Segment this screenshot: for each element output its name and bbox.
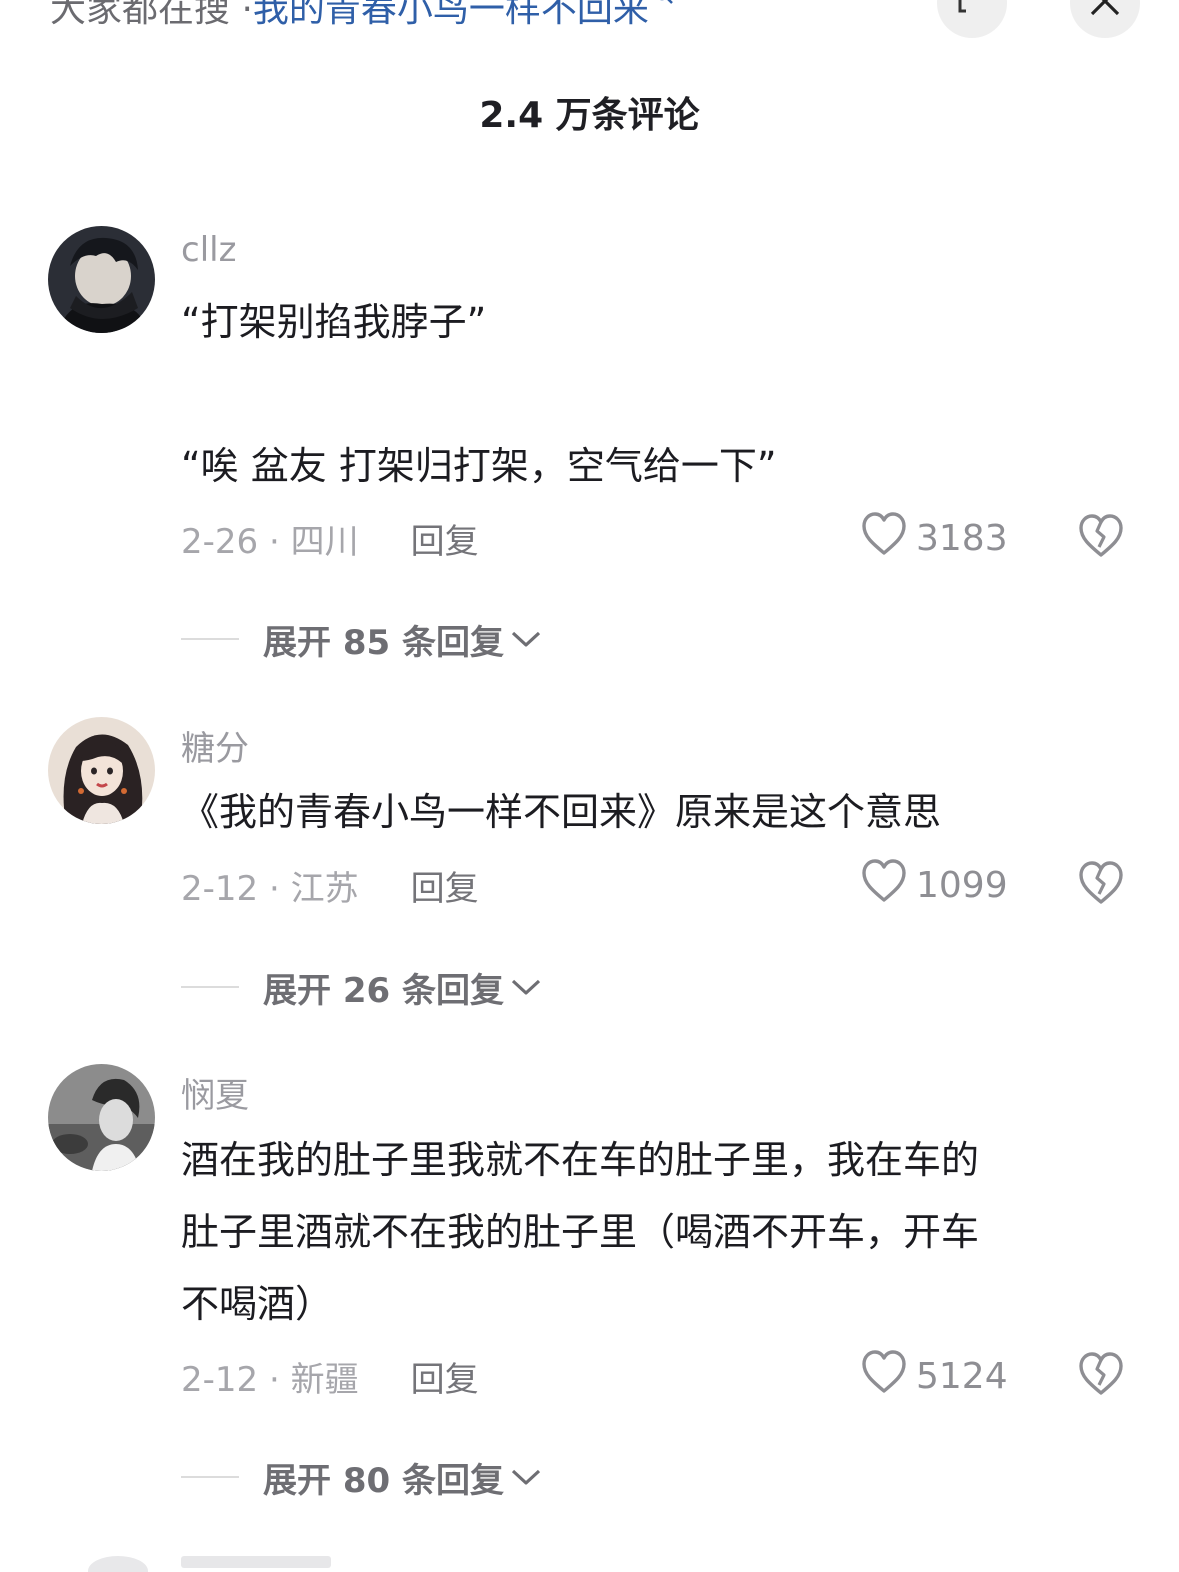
dislike-button[interactable] bbox=[1076, 1352, 1126, 1400]
like-button[interactable]: 3183 bbox=[860, 511, 1008, 562]
comment-line: “打架别掐我脖子” bbox=[181, 300, 487, 344]
dislike-button[interactable] bbox=[1076, 861, 1126, 909]
comment-count-title: 2.4 万条评论 bbox=[479, 95, 700, 136]
reply-button[interactable]: 回复 bbox=[411, 1352, 479, 1401]
like-count: 1099 bbox=[916, 864, 1008, 906]
broken-heart-icon bbox=[1077, 513, 1125, 563]
comment-text: “打架别掐我脖子” “唉 盆友 打架归打架，空气给一下” bbox=[181, 286, 1131, 502]
reply-button[interactable]: 回复 bbox=[411, 514, 479, 563]
expand-icon bbox=[956, 0, 988, 21]
expand-button[interactable] bbox=[937, 0, 1007, 38]
comment-line: 不喝酒） bbox=[181, 1282, 334, 1326]
broken-heart-icon bbox=[1077, 1351, 1125, 1401]
close-button[interactable] bbox=[1070, 0, 1140, 38]
search-icon bbox=[653, 0, 675, 12]
comment-line: 酒在我的肚子里我就不在车的肚子里，我在车的 bbox=[181, 1138, 980, 1182]
divider-line bbox=[181, 638, 239, 640]
chevron-down-icon bbox=[510, 629, 542, 649]
expand-replies-label: 展开 26 条回复 bbox=[263, 970, 504, 1011]
avatar[interactable] bbox=[48, 226, 155, 333]
expand-replies-button[interactable]: 展开 85 条回复 bbox=[181, 617, 542, 663]
comment-meta: 2-12 · 江苏 回复 bbox=[181, 861, 479, 909]
date-location: 2-26 · 四川 bbox=[181, 521, 359, 562]
heart-outline-icon bbox=[860, 1349, 916, 1404]
avatar[interactable] bbox=[48, 717, 155, 824]
username[interactable]: 悯夏 bbox=[181, 1068, 249, 1117]
reply-button[interactable]: 回复 bbox=[411, 861, 479, 910]
divider-line bbox=[181, 1476, 239, 1478]
heart-outline-icon bbox=[860, 858, 916, 913]
suggestion-query[interactable]: 我的青春小鸟一样不回来 bbox=[253, 0, 649, 32]
expand-replies-label: 展开 80 条回复 bbox=[263, 1460, 504, 1501]
like-count: 3183 bbox=[916, 517, 1008, 559]
username[interactable]: cllz bbox=[181, 230, 236, 270]
avatar[interactable] bbox=[48, 1064, 155, 1171]
like-button[interactable]: 5124 bbox=[860, 1349, 1008, 1400]
comment-line: 肚子里酒就不在我的肚子里（喝酒不开车，开车 bbox=[181, 1210, 980, 1254]
search-suggestion[interactable]: 大家都在搜 · 我的青春小鸟一样不回来 bbox=[50, 0, 675, 34]
comment-meta: 2-26 · 四川 回复 bbox=[181, 514, 479, 562]
next-comment-username bbox=[181, 1556, 331, 1568]
expand-replies-label: 展开 85 条回复 bbox=[263, 622, 504, 663]
heart-outline-icon bbox=[860, 511, 916, 566]
comment-panel: 大家都在搜 · 我的青春小鸟一样不回来 2.4 万条评论 cllz “打架别掐我… bbox=[0, 0, 1179, 1572]
divider-line bbox=[181, 986, 239, 988]
chevron-down-icon bbox=[510, 977, 542, 997]
comment-line: 《我的青春小鸟一样不回来》原来是这个意思 bbox=[181, 790, 942, 834]
search-suggestion-bar: 大家都在搜 · 我的青春小鸟一样不回来 bbox=[0, 0, 1179, 38]
chevron-down-icon bbox=[510, 1467, 542, 1487]
dislike-button[interactable] bbox=[1076, 514, 1126, 562]
comment-meta: 2-12 · 新疆 回复 bbox=[181, 1352, 479, 1400]
like-count: 5124 bbox=[916, 1355, 1008, 1397]
broken-heart-icon bbox=[1077, 860, 1125, 910]
username[interactable]: 糖分 bbox=[181, 721, 249, 770]
comment-line bbox=[181, 358, 1131, 430]
like-button[interactable]: 1099 bbox=[860, 858, 1008, 909]
suggestion-prefix: 大家都在搜 · bbox=[50, 0, 253, 30]
comment-line: “唉 盆友 打架归打架，空气给一下” bbox=[181, 444, 777, 488]
expand-replies-button[interactable]: 展开 80 条回复 bbox=[181, 1455, 542, 1501]
expand-replies-button[interactable]: 展开 26 条回复 bbox=[181, 965, 542, 1011]
comment-text: 《我的青春小鸟一样不回来》原来是这个意思 bbox=[181, 776, 1131, 848]
comment-text: 酒在我的肚子里我就不在车的肚子里，我在车的 肚子里酒就不在我的肚子里（喝酒不开车… bbox=[181, 1124, 1131, 1340]
date-location: 2-12 · 新疆 bbox=[181, 1359, 359, 1400]
close-icon bbox=[1088, 0, 1122, 22]
next-comment-avatar bbox=[88, 1556, 148, 1572]
date-location: 2-12 · 江苏 bbox=[181, 868, 359, 909]
